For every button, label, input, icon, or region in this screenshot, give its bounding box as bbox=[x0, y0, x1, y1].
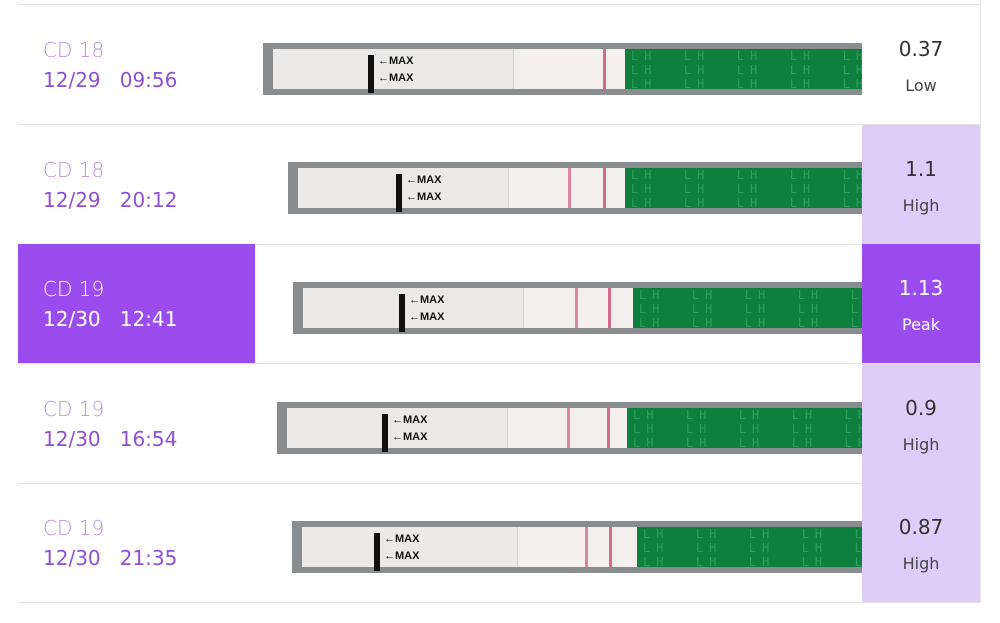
strip-handle-lh: LH LH LH LH LH LH LH LH LH LH LH LH LH L… bbox=[627, 407, 862, 448]
cycle-day: CD 19 bbox=[43, 396, 105, 421]
strip-body: ←MAX←MAX LH LH LH LH LH LH LH LH LH LH L… bbox=[273, 49, 862, 93]
test-time: 16:54 bbox=[119, 426, 178, 451]
strip-max-marking: ←MAX ←MAX bbox=[392, 413, 428, 443]
test-date: 12/30 bbox=[43, 307, 101, 331]
test-date-label[interactable]: CD 19 12/30 16:54 bbox=[18, 364, 255, 483]
cycle-day: CD 19 bbox=[43, 516, 105, 540]
test-time: 21:35 bbox=[119, 546, 178, 570]
strip-marker-bar bbox=[374, 533, 380, 571]
lh-value-cell[interactable]: 1.13 Peak bbox=[862, 244, 980, 363]
strip-handle-lh: LH LH LH LH LH LH LH LH LH LH LH LH LH L… bbox=[625, 167, 862, 208]
test-datetime: 12/29 09:56 bbox=[43, 68, 177, 92]
test-line bbox=[568, 167, 571, 208]
strip-handle-lh: LH LH LH LH LH LH LH LH LH LH LH LH LH L… bbox=[633, 288, 862, 328]
test-datetime: 12/29 20:12 bbox=[43, 188, 177, 212]
lh-value-cell[interactable]: 1.1 High bbox=[862, 124, 980, 244]
cycle-day: CD 19 bbox=[43, 277, 105, 301]
control-line bbox=[603, 167, 606, 208]
test-result-row[interactable]: CD 18 12/29 09:56 ←MAX ←MAX LH LH LH LH L… bbox=[18, 5, 980, 125]
test-line bbox=[585, 527, 588, 567]
test-result-row[interactable]: CD 19 12/30 21:35 ←MAX ←MAX LH LH LH LH L… bbox=[18, 483, 980, 603]
strip-marker-bar bbox=[399, 294, 405, 332]
control-line bbox=[603, 49, 606, 89]
lh-test-strip-photo[interactable]: ←MAX←MAX LH LH LH LH LH LH LH LH LH LH L… bbox=[277, 401, 862, 454]
lh-test-strip-photo[interactable]: ←MAX←MAX LH LH LH LH LH LH LH LH LH LH L… bbox=[292, 521, 862, 573]
test-line bbox=[575, 288, 578, 328]
cycle-day: CD 18 bbox=[43, 157, 105, 182]
lh-level-badge: Peak bbox=[902, 315, 940, 334]
test-result-row[interactable]: CD 19 12/30 16:54 ←MAX ←MAX LH LH LH LH L… bbox=[18, 363, 980, 484]
control-line bbox=[609, 527, 612, 567]
lh-level-badge: High bbox=[902, 434, 940, 454]
test-time: 12:41 bbox=[119, 307, 178, 331]
test-datetime: 12/30 12:41 bbox=[43, 307, 177, 331]
test-result-row[interactable]: CD 18 12/29 20:12 ←MAX ←MAX LH LH LH LH L… bbox=[18, 124, 980, 245]
lh-value-cell[interactable]: 0.87 High bbox=[862, 483, 980, 602]
strip-handle-lh: LH LH LH LH LH LH LH LH LH LH LH LH LH L… bbox=[625, 49, 862, 89]
lh-value-cell[interactable]: 0.9 High bbox=[862, 363, 980, 483]
lh-test-strip-photo[interactable]: ←MAX←MAX LH LH LH LH LH LH LH LH LH LH L… bbox=[263, 43, 862, 95]
strip-marker-bar bbox=[382, 413, 388, 452]
lh-level-badge: High bbox=[902, 554, 940, 573]
strip-marker-bar bbox=[368, 55, 374, 93]
lh-ratio-value: 1.1 bbox=[905, 156, 937, 181]
strip-max-marking: ←MAX ←MAX bbox=[409, 294, 445, 323]
test-date: 12/29 bbox=[43, 187, 101, 212]
control-line bbox=[608, 288, 611, 328]
control-line bbox=[607, 407, 610, 448]
lh-test-strip-photo[interactable]: ←MAX←MAX LH LH LH LH LH LH LH LH LH LH L… bbox=[288, 161, 862, 214]
test-time: 20:12 bbox=[119, 187, 178, 212]
strip-max-marking: ←MAX ←MAX bbox=[378, 55, 414, 84]
lh-level-badge: High bbox=[902, 195, 940, 215]
strip-body: ←MAX←MAX LH LH LH LH LH LH LH LH LH LH L… bbox=[298, 167, 862, 212]
right-divider bbox=[980, 0, 981, 602]
lh-ratio-value: 0.37 bbox=[898, 37, 944, 61]
test-date: 12/29 bbox=[43, 68, 101, 92]
test-result-row[interactable]: CD 19 12/30 12:41 ←MAX ←MAX LH LH LH LH L… bbox=[18, 244, 980, 364]
test-datetime: 12/30 21:35 bbox=[43, 546, 177, 570]
strip-max-marking: ←MAX ←MAX bbox=[406, 173, 442, 203]
test-date-label[interactable]: CD 18 12/29 20:12 bbox=[18, 125, 255, 244]
lh-test-strip-photo[interactable]: ←MAX←MAX LH LH LH LH LH LH LH LH LH LH L… bbox=[293, 282, 862, 334]
test-date-label[interactable]: CD 19 12/30 21:35 bbox=[18, 483, 255, 602]
test-date-label[interactable]: CD 18 12/29 09:56 bbox=[18, 5, 255, 124]
strip-body: ←MAX←MAX LH LH LH LH LH LH LH LH LH LH L… bbox=[303, 288, 862, 332]
cycle-day: CD 18 bbox=[43, 38, 105, 62]
strip-body: ←MAX←MAX LH LH LH LH LH LH LH LH LH LH L… bbox=[302, 527, 862, 571]
lh-ratio-value: 1.13 bbox=[898, 276, 944, 300]
lh-value-cell[interactable]: 0.37 Low bbox=[862, 5, 980, 124]
test-date-label[interactable]: CD 19 12/30 12:41 bbox=[18, 244, 255, 363]
test-time: 09:56 bbox=[119, 68, 178, 92]
test-date: 12/30 bbox=[43, 546, 101, 570]
strip-handle-lh: LH LH LH LH LH LH LH LH LH LH LH LH LH L… bbox=[637, 527, 862, 567]
lh-level-badge: Low bbox=[905, 76, 937, 95]
lh-ratio-value: 0.9 bbox=[905, 395, 937, 420]
lh-ratio-value: 0.87 bbox=[898, 515, 944, 539]
test-line bbox=[567, 407, 570, 448]
strip-marker-bar bbox=[396, 173, 402, 212]
strip-max-marking: ←MAX ←MAX bbox=[384, 533, 420, 562]
test-date: 12/30 bbox=[43, 426, 101, 451]
test-datetime: 12/30 16:54 bbox=[43, 427, 177, 451]
strip-body: ←MAX←MAX LH LH LH LH LH LH LH LH LH LH L… bbox=[287, 407, 862, 452]
